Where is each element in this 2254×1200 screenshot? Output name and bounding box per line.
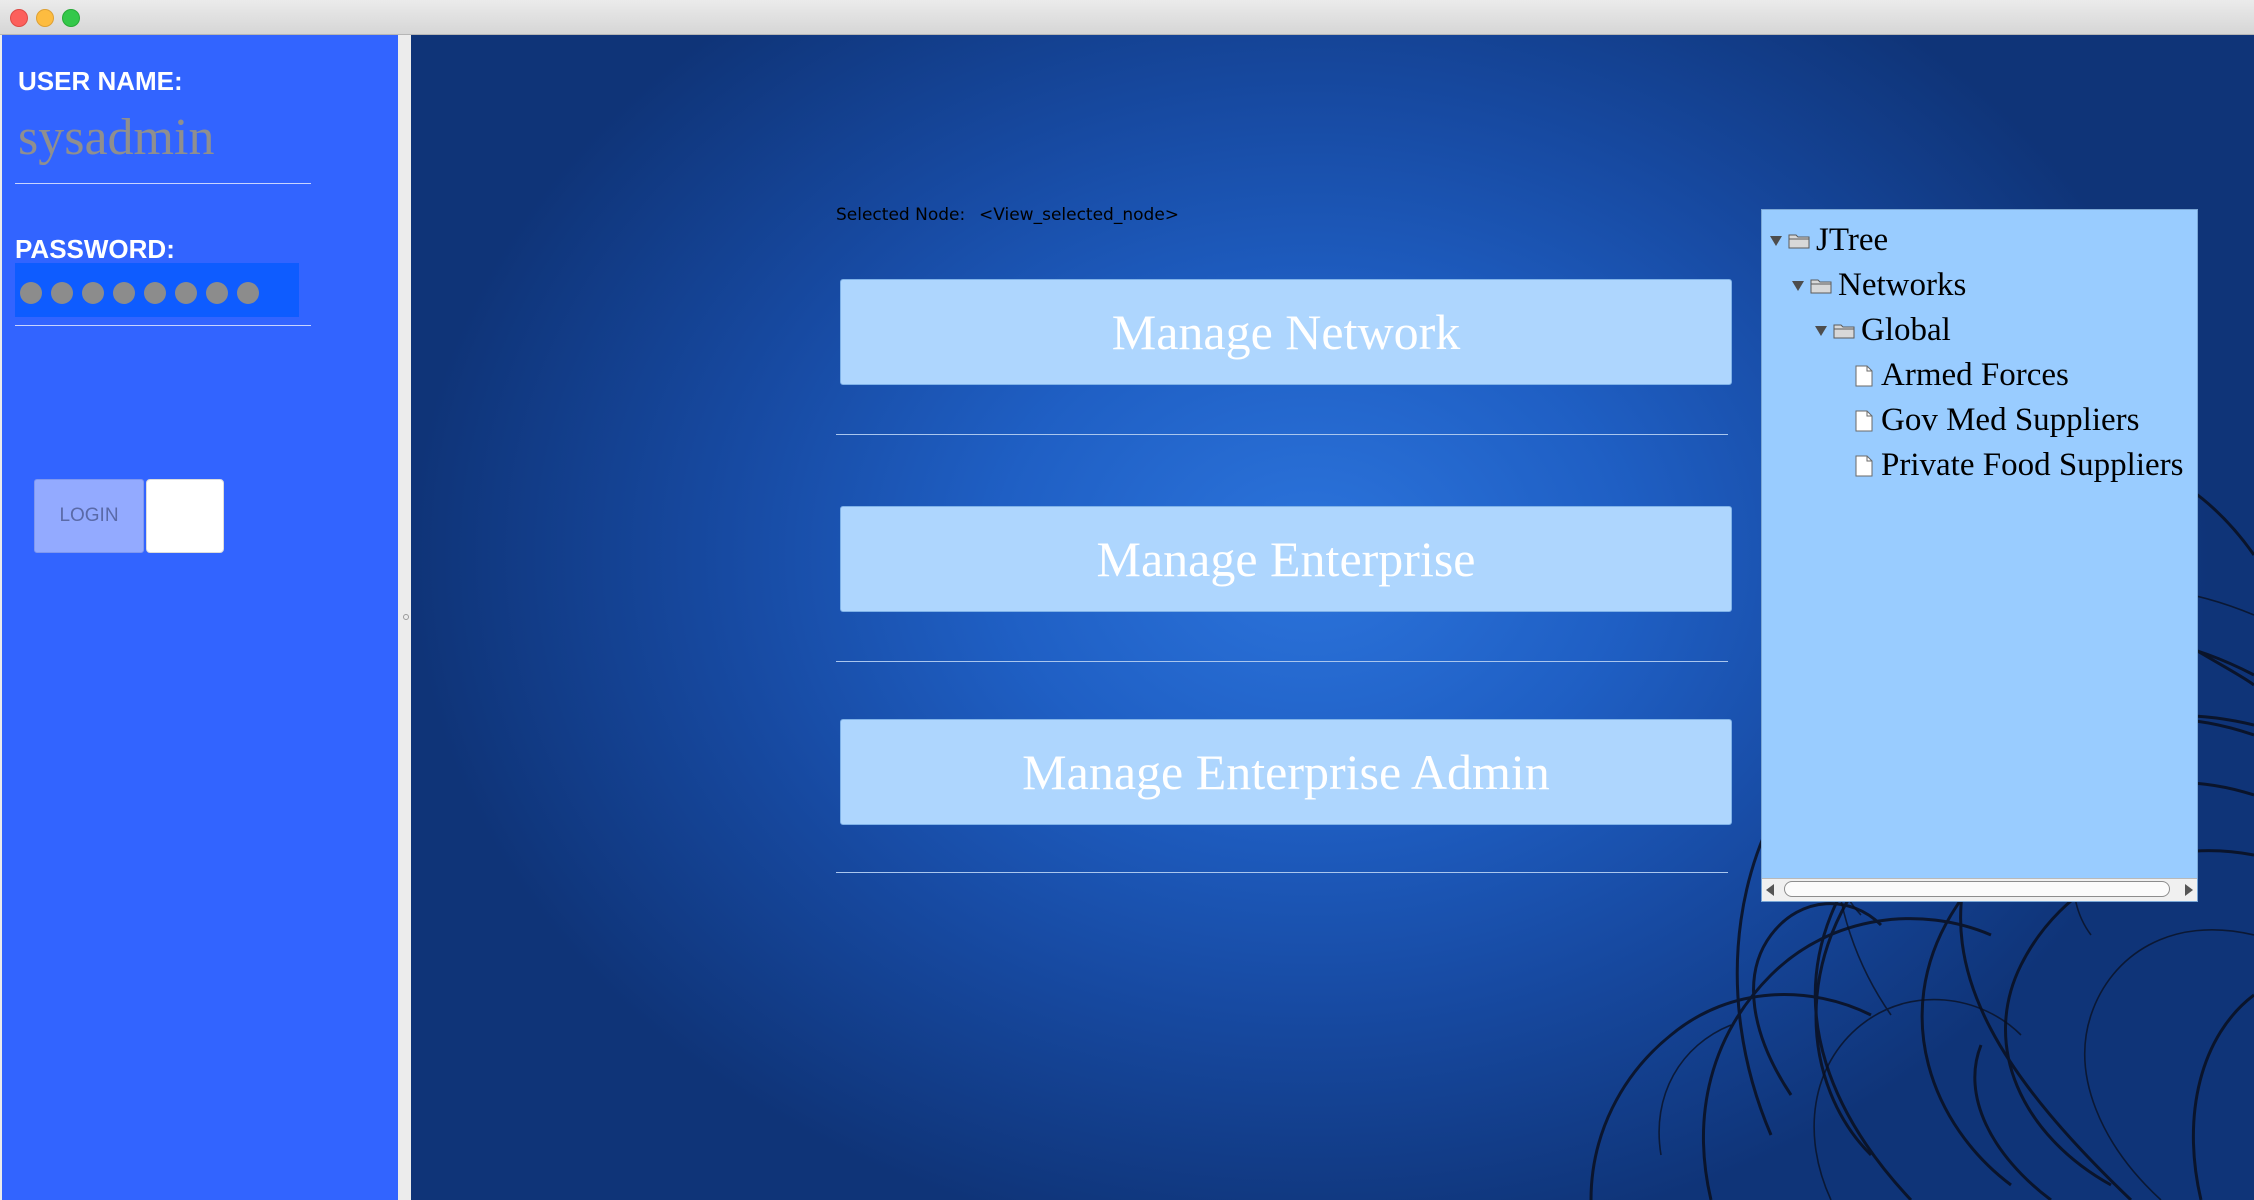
password-label: PASSWORD: — [15, 234, 175, 264]
password-mask-dot — [175, 282, 197, 304]
password-mask-dot — [144, 282, 166, 304]
tree-node-label: Gov Med Suppliers — [1881, 402, 2140, 438]
tree-node-networks[interactable]: Networks — [1792, 267, 1966, 304]
tree-node-label: Global — [1861, 312, 1951, 348]
tree-node-global[interactable]: Global — [1815, 312, 1951, 349]
tree-node-private-food-suppliers[interactable]: Private Food Suppliers — [1855, 447, 2184, 484]
folder-icon — [1833, 324, 1855, 339]
logout-button[interactable] — [146, 479, 224, 553]
close-window-button[interactable] — [10, 9, 28, 27]
expand-triangle-icon[interactable] — [1815, 325, 1827, 336]
file-icon — [1855, 365, 1873, 386]
username-underline — [15, 183, 311, 184]
password-field[interactable] — [15, 263, 299, 317]
username-label: USER NAME: — [18, 66, 183, 96]
login-panel — [2, 35, 398, 1200]
tree-node-label: JTree — [1816, 222, 1889, 258]
tree-node-gov-med-suppliers[interactable]: Gov Med Suppliers — [1855, 402, 2140, 439]
file-icon — [1855, 410, 1873, 431]
manage-network-button[interactable]: Manage Network — [840, 279, 1732, 385]
manage-enterprise-button[interactable]: Manage Enterprise — [840, 506, 1732, 612]
minimize-window-button[interactable] — [36, 9, 54, 27]
window-title-bar — [0, 0, 2254, 35]
password-mask-dot — [51, 282, 73, 304]
separator — [836, 661, 1728, 662]
divider-grip-icon — [403, 614, 409, 620]
expand-triangle-icon[interactable] — [1770, 235, 1782, 246]
tree-node-label: Networks — [1838, 267, 1967, 303]
selected-node-label: Selected Node: — [836, 205, 966, 225]
manage-enterprise-admin-button[interactable]: Manage Enterprise Admin — [840, 719, 1732, 825]
file-icon — [1855, 455, 1873, 476]
password-mask-dot — [20, 282, 42, 304]
separator — [836, 434, 1728, 435]
password-mask-dot — [82, 282, 104, 304]
folder-icon — [1810, 279, 1832, 294]
scroll-right-arrow-icon[interactable] — [2185, 884, 2193, 896]
horizontal-scrollbar[interactable] — [1762, 878, 2197, 901]
password-underline — [15, 325, 311, 326]
scroll-left-arrow-icon[interactable] — [1766, 884, 1774, 896]
scrollbar-thumb[interactable] — [1784, 881, 2170, 897]
tree-node-label: Armed Forces — [1881, 357, 2069, 393]
folder-icon — [1788, 234, 1810, 249]
selected-node-value: <View_selected_node> — [979, 205, 1180, 225]
maximize-window-button[interactable] — [62, 9, 80, 27]
tree-node-label: Private Food Suppliers — [1881, 447, 2184, 483]
login-button[interactable]: LOGIN — [34, 479, 144, 553]
tree-node-armed-forces[interactable]: Armed Forces — [1855, 357, 2069, 394]
tree-node-jtree[interactable]: JTree — [1770, 222, 1888, 259]
password-mask-dot — [237, 282, 259, 304]
network-tree[interactable]: JTree Networks Global Armed Forces Gov M… — [1761, 209, 2198, 902]
password-mask-dot — [113, 282, 135, 304]
password-mask-dot — [206, 282, 228, 304]
separator — [836, 872, 1728, 873]
expand-triangle-icon[interactable] — [1792, 280, 1804, 291]
work-area: Selected Node: <View_selected_node> Mana… — [411, 35, 2254, 1200]
username-field[interactable]: sysadmin — [18, 108, 214, 167]
